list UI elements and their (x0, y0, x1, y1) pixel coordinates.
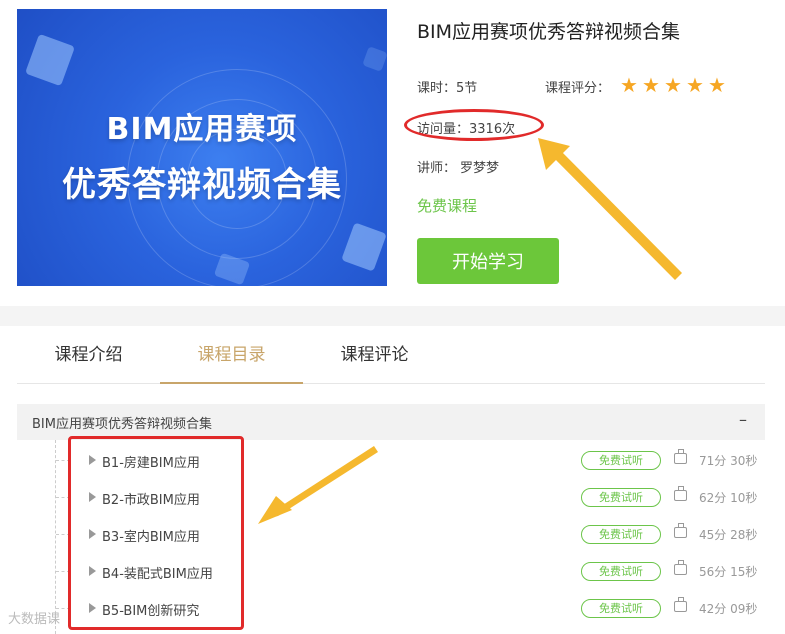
arrow-annotation-icon (258, 446, 378, 524)
teacher-label: 讲师： (417, 161, 457, 176)
cube-decoration-icon (362, 46, 387, 72)
visits-highlight-circle (404, 109, 544, 141)
video-icon (674, 523, 687, 538)
tab-course-intro[interactable]: 课程介绍 (17, 326, 160, 384)
section-divider (0, 306, 785, 326)
rating-stars: ★ ★ ★ ★ ★ (620, 73, 727, 97)
video-icon (674, 486, 687, 501)
banner-title-line2: 优秀答辩视频合集 (62, 165, 342, 205)
star-icon: ★ (708, 73, 726, 97)
cube-decoration-icon (341, 222, 387, 272)
cube-decoration-icon (24, 33, 76, 87)
video-icon (674, 449, 687, 464)
course-page: BIM应用赛项 优秀答辩视频合集 BIM应用赛项优秀答辩视频合集 课时：5节 课… (0, 0, 785, 634)
lesson-duration: 62分 10秒 (699, 491, 758, 505)
star-icon: ★ (664, 73, 682, 97)
watermark-text: 大数据课 (8, 612, 61, 627)
lesson-duration: 45分 28秒 (699, 528, 758, 542)
star-icon: ★ (642, 73, 660, 97)
teacher-info: 讲师： 罗梦梦 (417, 157, 499, 176)
lesson-duration: 42分 09秒 (699, 602, 758, 616)
chapter-header[interactable]: BIM应用赛项优秀答辩视频合集 – (17, 404, 765, 440)
lesson-duration: 71分 30秒 (699, 454, 758, 468)
arrow-annotation-icon (538, 138, 682, 280)
star-icon: ★ (620, 73, 638, 97)
course-title: BIM应用赛项优秀答辩视频合集 (417, 21, 681, 43)
tab-course-comments[interactable]: 课程评论 (303, 326, 446, 384)
free-trial-badge[interactable]: 免费试听 (581, 488, 661, 507)
tab-course-catalog[interactable]: 课程目录 (160, 326, 303, 384)
lessons-highlight-box (68, 436, 244, 630)
lesson-duration: 56分 15秒 (699, 565, 758, 579)
course-banner-image[interactable]: BIM应用赛项 优秀答辩视频合集 (17, 9, 387, 286)
star-icon: ★ (686, 73, 704, 97)
teacher-name: 罗梦梦 (460, 161, 500, 176)
lessons-value: 5节 (456, 81, 478, 96)
free-trial-badge[interactable]: 免费试听 (581, 562, 661, 581)
video-icon (674, 597, 687, 612)
lessons-count: 课时：5节 (417, 77, 477, 96)
rating-label: 课程评分： (545, 81, 611, 96)
chapter-title: BIM应用赛项优秀答辩视频合集 (32, 417, 212, 432)
course-tabs: 课程介绍 课程目录 课程评论 (17, 326, 765, 384)
lessons-label: 课时： (417, 81, 457, 96)
free-trial-badge[interactable]: 免费试听 (581, 525, 661, 544)
collapse-toggle-icon[interactable]: – (739, 410, 747, 429)
free-course-label: 免费课程 (417, 197, 478, 215)
banner-title-line1: BIM应用赛项 (106, 112, 298, 147)
free-trial-badge[interactable]: 免费试听 (581, 451, 661, 470)
video-icon (674, 560, 687, 575)
free-trial-badge[interactable]: 免费试听 (581, 599, 661, 618)
